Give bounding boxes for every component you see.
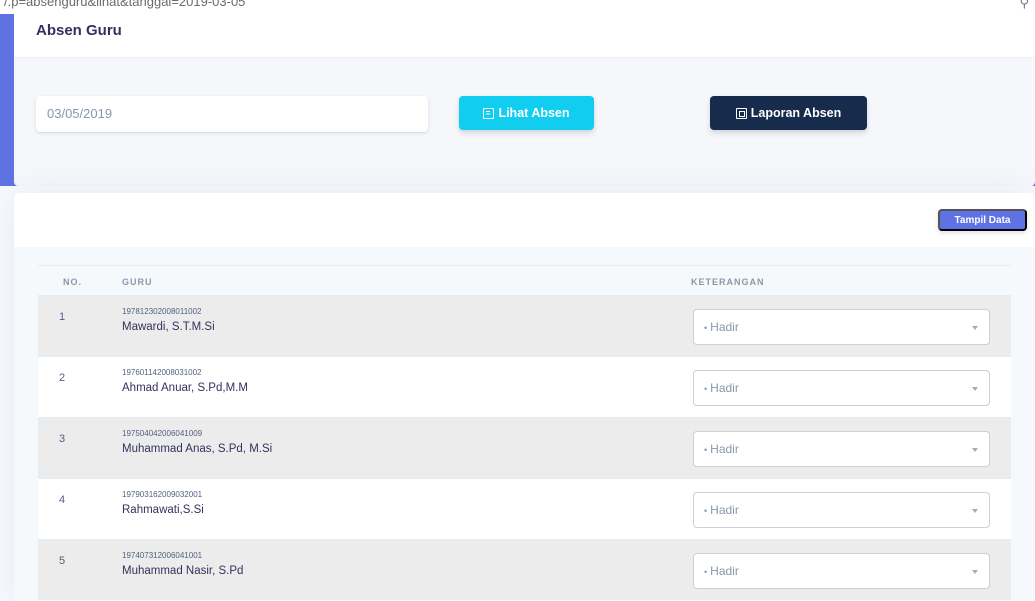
keterangan-select[interactable]: • Hadir [693, 553, 990, 589]
card-header: Absen Guru [14, 14, 1035, 58]
header-guru: GURU [122, 277, 153, 287]
bullet-icon: • [704, 445, 708, 455]
teacher-nip: 197601142008031002 [122, 368, 202, 377]
url-text[interactable]: /.p=absenguru&lihat&tanggal=2019-03-05 [4, 0, 245, 9]
selected-status: Hadir [710, 442, 739, 456]
attendance-card: Tampil Data NO. GURU KETERANGAN 1 197812… [14, 193, 1035, 601]
chevron-down-icon [972, 448, 978, 452]
row-number: 1 [59, 311, 66, 323]
row-number: 2 [59, 372, 66, 384]
header-no: NO. [63, 277, 83, 287]
teacher-nip: 197903162009032001 [122, 490, 203, 499]
teacher-nip: 197504042006041009 [122, 429, 203, 438]
chevron-down-icon [972, 387, 978, 391]
tampil-data-button[interactable]: Tampil Data [938, 209, 1027, 231]
laporan-absen-label: Laporan Absen [750, 106, 842, 120]
absen-guru-card: Absen Guru Lihat Absen Laporan Absen [14, 14, 1035, 186]
row-number: 3 [59, 433, 66, 445]
teacher-name: Muhammad Nasir, S.Pd [122, 565, 244, 577]
keterangan-select[interactable]: • Hadir [693, 309, 990, 345]
bullet-icon: • [704, 567, 708, 577]
bullet-icon: • [704, 384, 708, 394]
attendance-table: NO. GURU KETERANGAN 1 197812302008011002… [14, 247, 1035, 601]
search-icon[interactable]: ⚲ [1019, 0, 1029, 11]
table-row: 5 197407312006041001 Muhammad Nasir, S.P… [38, 539, 1011, 600]
lihat-absen-button[interactable]: Lihat Absen [459, 96, 594, 130]
selected-status: Hadir [710, 503, 739, 517]
selected-status: Hadir [710, 564, 739, 578]
header-keterangan: KETERANGAN [691, 277, 765, 287]
teacher-name: Rahmawati,S.Si [122, 504, 204, 516]
row-number: 4 [59, 494, 66, 506]
report-icon [735, 107, 747, 119]
browser-address-strip: /.p=absenguru&lihat&tanggal=2019-03-05 ⚲ [0, 0, 1035, 14]
selected-status: Hadir [710, 320, 739, 334]
keterangan-select[interactable]: • Hadir [693, 431, 990, 467]
keterangan-select[interactable]: • Hadir [693, 492, 990, 528]
chevron-down-icon [972, 509, 978, 513]
teacher-nip: 197407312006041001 [122, 551, 203, 560]
table-row: 4 197903162009032001 Rahmawati,S.Si • Had… [38, 478, 1011, 539]
teacher-name: Mawardi, S.T.M.Si [122, 321, 215, 333]
laporan-absen-button[interactable]: Laporan Absen [710, 96, 867, 130]
table-header: NO. GURU KETERANGAN [38, 265, 1011, 295]
attendance-card-header: Tampil Data [14, 193, 1035, 247]
table-row: 1 197812302008011002 Mawardi, S.T.M.Si •… [38, 295, 1011, 356]
teacher-name: Ahmad Anuar, S.Pd,M.M [122, 382, 248, 394]
document-icon [483, 107, 495, 119]
page-title: Absen Guru [36, 22, 122, 39]
teacher-name: Muhammad Anas, S.Pd, M.Si [122, 443, 273, 455]
table-row: 3 197504042006041009 Muhammad Anas, S.Pd… [38, 417, 1011, 478]
keterangan-select[interactable]: • Hadir [693, 370, 990, 406]
date-input[interactable] [36, 96, 428, 132]
bullet-icon: • [704, 506, 708, 516]
bullet-icon: • [704, 323, 708, 333]
row-number: 5 [59, 555, 66, 567]
selected-status: Hadir [710, 381, 739, 395]
lihat-absen-label: Lihat Absen [498, 106, 570, 120]
chevron-down-icon [972, 326, 978, 330]
chevron-down-icon [972, 570, 978, 574]
table-row: 2 197601142008031002 Ahmad Anuar, S.Pd,M… [38, 356, 1011, 417]
teacher-nip: 197812302008011002 [122, 307, 202, 316]
